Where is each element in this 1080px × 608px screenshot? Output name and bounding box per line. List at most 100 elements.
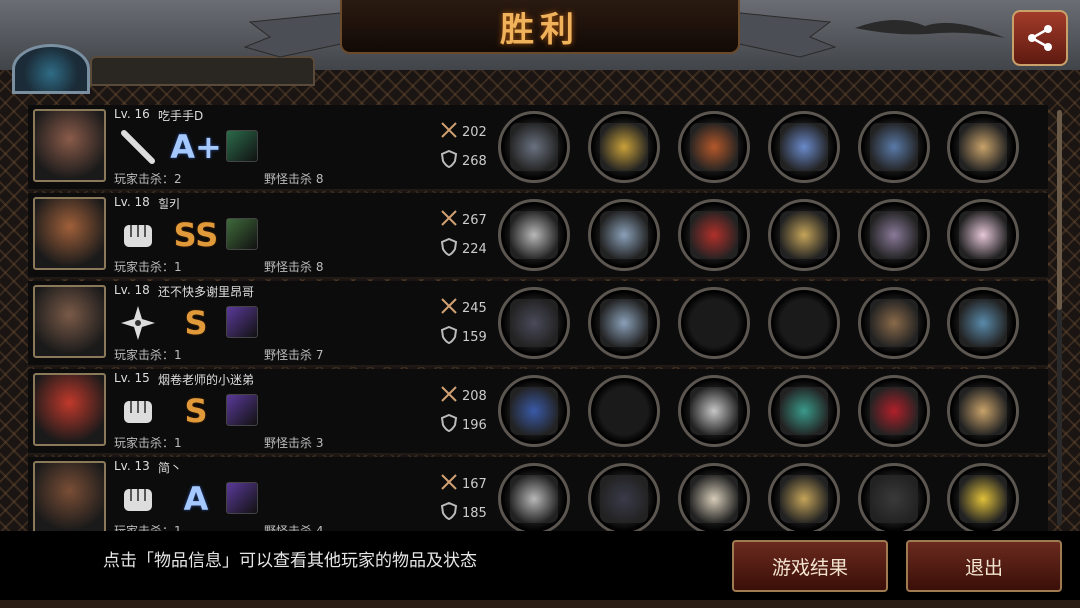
- shield-icon: [780, 211, 828, 259]
- dark-helmet-icon: [600, 475, 648, 523]
- player-avatar[interactable]: [33, 461, 106, 531]
- item-slot[interactable]: [768, 111, 840, 183]
- attack-stat: 208: [440, 385, 487, 407]
- item-slot[interactable]: [858, 111, 930, 183]
- item-slot[interactable]: [588, 375, 660, 447]
- power-shoes-icon: [870, 123, 918, 171]
- white-armor-icon: [690, 475, 738, 523]
- item-slot[interactable]: [498, 111, 570, 183]
- player-row[interactable]: Lv. 18 还不快多谢里昂哥 S 玩家击杀：1 野怪击杀 7 245 159: [28, 281, 1048, 367]
- player-avatar[interactable]: [33, 373, 106, 446]
- player-list[interactable]: Lv. 16 吃手手D A+ 玩家击杀：2 野怪击杀 8 202 268 Lv. 18 힐키 SS…: [28, 105, 1053, 531]
- item-slot[interactable]: [678, 375, 750, 447]
- monster-kills: 野怪击杀 8: [264, 260, 324, 274]
- item-slot[interactable]: [678, 111, 750, 183]
- bird-silhouette-icon: [855, 19, 1005, 38]
- item-slot[interactable]: [498, 287, 570, 359]
- player-avatar[interactable]: [33, 109, 106, 182]
- skill-icon[interactable]: [226, 130, 258, 162]
- shield-stat-icon: [440, 237, 458, 260]
- item-slot[interactable]: [947, 287, 1019, 359]
- player-avatar[interactable]: [33, 285, 106, 358]
- item-slot[interactable]: [858, 463, 930, 531]
- shield-stat-icon: [440, 149, 458, 172]
- player-level: Lv. 13: [114, 459, 150, 473]
- share-button[interactable]: [1012, 10, 1068, 66]
- wrist-wrap-icon: [870, 299, 918, 347]
- skill-icon[interactable]: [226, 306, 258, 338]
- item-slot[interactable]: [947, 463, 1019, 531]
- item-slot[interactable]: [947, 111, 1019, 183]
- item-slot[interactable]: [768, 375, 840, 447]
- item-slot[interactable]: [768, 287, 840, 359]
- item-slot[interactable]: [588, 463, 660, 531]
- skill-icon[interactable]: [226, 394, 258, 426]
- player-row[interactable]: Lv. 15 烟卷老师的小迷弟 S 玩家击杀：1 野怪击杀 3 208 196: [28, 369, 1048, 455]
- crown-icon: [600, 123, 648, 171]
- necklace-icon: [959, 299, 1007, 347]
- victory-banner: 胜利: [340, 0, 740, 54]
- player-kills: 玩家击杀：1: [114, 260, 182, 274]
- item-slot[interactable]: [858, 287, 930, 359]
- attack-stat: 267: [440, 209, 487, 231]
- attack-stat: 167: [440, 473, 487, 495]
- grade-badge: SS: [173, 216, 219, 254]
- team-crest-icon: [12, 44, 90, 94]
- swords-icon: [440, 209, 458, 231]
- player-row[interactable]: Lv. 16 吃手手D A+ 玩家击杀：2 野怪击杀 8 202 268: [28, 105, 1048, 191]
- swords-icon: [440, 121, 458, 143]
- red-shirt-icon: [690, 211, 738, 259]
- item-slot[interactable]: [858, 375, 930, 447]
- fan-icon: [959, 123, 1007, 171]
- crystal-blade-icon: [780, 123, 828, 171]
- fist-icon: [118, 479, 158, 519]
- item-slot[interactable]: [678, 287, 750, 359]
- grade-badge: A+: [170, 128, 222, 166]
- item-slot[interactable]: [678, 463, 750, 531]
- plate-armor-icon: [690, 387, 738, 435]
- swords-icon: [440, 473, 458, 495]
- player-kills: 玩家击杀：2: [114, 172, 182, 186]
- shield-stat-icon: [440, 501, 458, 524]
- monster-kills: 野怪击杀 4: [264, 524, 324, 531]
- item-slot[interactable]: [768, 463, 840, 531]
- monster-kills: 野怪击杀 3: [264, 436, 324, 450]
- grade-badge: S: [184, 304, 208, 342]
- item-slot[interactable]: [498, 375, 570, 447]
- player-row[interactable]: Lv. 18 힐키 SS 玩家击杀：1 野怪击杀 8 267 224: [28, 193, 1048, 279]
- item-slot[interactable]: [947, 375, 1019, 447]
- item-slot[interactable]: [858, 199, 930, 271]
- player-kills: 玩家击杀：1: [114, 524, 182, 531]
- item-slot[interactable]: [588, 199, 660, 271]
- player-kills: 玩家击杀：1: [114, 436, 182, 450]
- player-level: Lv. 15: [114, 371, 150, 385]
- scrollbar-thumb[interactable]: [1057, 110, 1062, 310]
- defense-stat: 159: [440, 325, 487, 348]
- player-level: Lv. 18: [114, 283, 150, 297]
- item-slot[interactable]: [678, 199, 750, 271]
- game-result-button[interactable]: 游戏结果: [732, 540, 888, 592]
- item-slot[interactable]: [588, 287, 660, 359]
- grade-badge: A: [183, 480, 209, 518]
- item-slot[interactable]: [498, 199, 570, 271]
- player-row[interactable]: Lv. 13 简丶 A 玩家击杀：1 野怪击杀 4 167 185: [28, 457, 1048, 531]
- shield-icon: [780, 475, 828, 523]
- player-avatar[interactable]: [33, 197, 106, 270]
- item-slot[interactable]: [768, 199, 840, 271]
- item-slot[interactable]: [947, 199, 1019, 271]
- page-title: 胜利: [500, 9, 580, 50]
- defense-stat: 196: [440, 413, 487, 436]
- monster-kills: 野怪击杀 8: [264, 172, 324, 186]
- player-level: Lv. 16: [114, 107, 150, 121]
- skill-icon[interactable]: [226, 218, 258, 250]
- pearl-icon: [959, 211, 1007, 259]
- dark-blade-icon: [510, 299, 558, 347]
- skill-icon[interactable]: [226, 482, 258, 514]
- hooded-cloak-icon: [510, 123, 558, 171]
- item-slot[interactable]: [588, 111, 660, 183]
- player-name: 吃手手D: [158, 109, 204, 123]
- attack-stat: 202: [440, 121, 487, 143]
- exit-button[interactable]: 退出: [906, 540, 1062, 592]
- item-slot[interactable]: [498, 463, 570, 531]
- helmet-icon: [600, 299, 648, 347]
